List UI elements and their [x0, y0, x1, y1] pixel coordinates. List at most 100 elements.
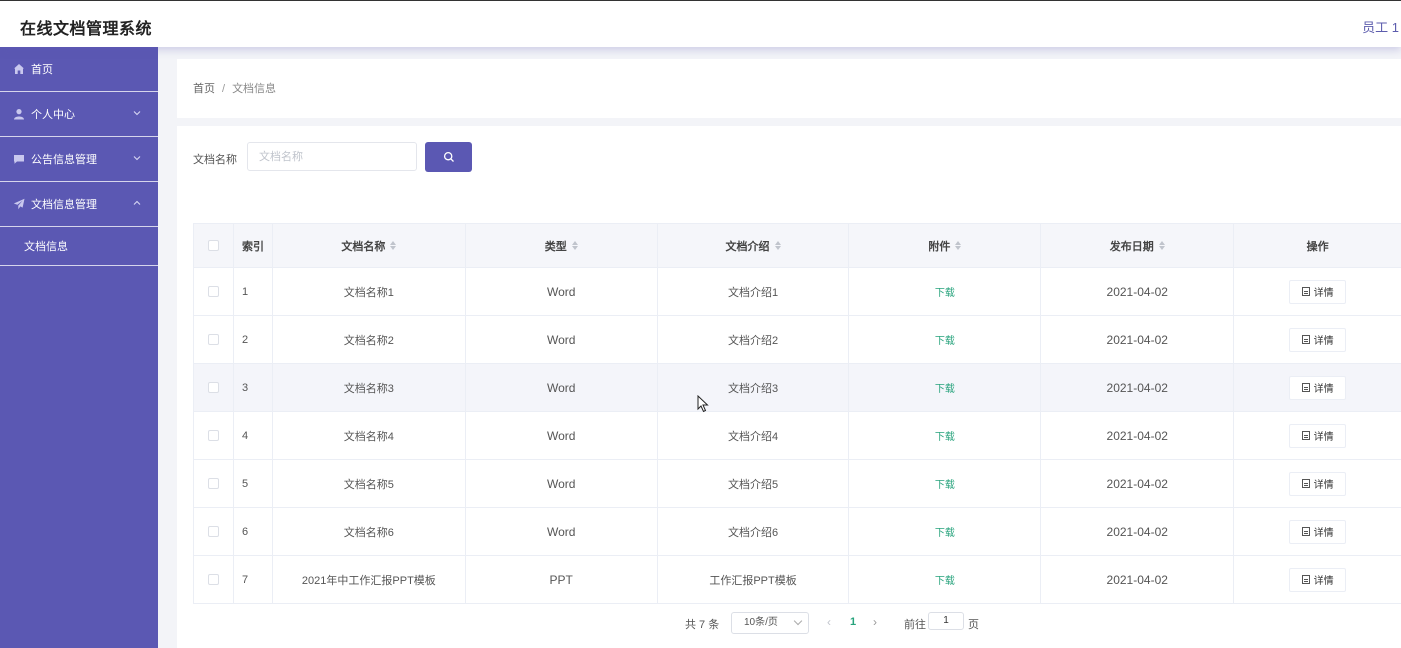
document-table: 索引 文档名称 类型 文档介绍 附件 发布日期 操作 1 文档名称1 Word … [193, 223, 1401, 604]
sidebar-item-label: 个人中心 [31, 109, 75, 121]
detail-button[interactable]: 详情 [1289, 327, 1347, 352]
pagination-total: 共 7 条 [685, 619, 720, 631]
cell-intro: 文档介绍1 [658, 268, 850, 315]
cell-date: 2021-04-02 [1041, 556, 1235, 603]
column-header-intro[interactable]: 文档介绍 [658, 224, 850, 267]
download-link[interactable]: 下载 [935, 380, 955, 395]
sidebar-item-label: 公告信息管理 [31, 154, 97, 166]
table-row: 7 2021年中工作汇报PPT模板 PPT 工作汇报PPT模板 下载 2021-… [194, 556, 1401, 604]
detail-button[interactable]: 详情 [1289, 567, 1347, 592]
cell-type: Word [466, 364, 658, 411]
column-header-type[interactable]: 类型 [466, 224, 658, 267]
user-icon [12, 108, 25, 121]
cell-index: 1 [234, 268, 273, 315]
sidebar-item-document-management[interactable]: 文档信息管理 [0, 182, 158, 227]
sort-icon[interactable] [955, 241, 962, 250]
cell-date: 2021-04-02 [1041, 508, 1235, 555]
column-header-index: 索引 [234, 224, 273, 267]
breadcrumb-separator: / [222, 83, 226, 95]
send-icon [12, 198, 25, 211]
breadcrumb-current: 文档信息 [232, 83, 277, 95]
cell-index: 4 [234, 412, 273, 459]
document-icon [1301, 335, 1310, 344]
cell-intro: 文档介绍6 [658, 508, 850, 555]
main-content: 文档名称 索引 文档名称 类型 文档介绍 附件 发布日期 操作 1 文档名称1 … [177, 126, 1401, 648]
detail-button[interactable]: 详情 [1289, 375, 1347, 400]
row-checkbox[interactable] [207, 334, 219, 345]
column-header-name[interactable]: 文档名称 [273, 224, 466, 267]
breadcrumb-home[interactable]: 首页 [193, 83, 215, 95]
chevron-down-icon [793, 616, 803, 626]
chevron-down-icon [133, 111, 141, 116]
detail-button[interactable]: 详情 [1289, 423, 1347, 448]
cell-date: 2021-04-02 [1041, 460, 1235, 507]
next-page-button[interactable]: › [873, 615, 877, 629]
download-link[interactable]: 下载 [935, 524, 955, 539]
sort-icon[interactable] [571, 241, 578, 250]
sort-icon[interactable] [774, 241, 781, 250]
sidebar-subitem-document-info[interactable]: 文档信息 [0, 227, 158, 266]
page-size-select[interactable]: 10条/页 [731, 612, 809, 634]
prev-page-button[interactable]: ‹ [827, 615, 831, 629]
column-header-date[interactable]: 发布日期 [1041, 224, 1235, 267]
cell-intro: 工作汇报PPT模板 [658, 556, 850, 603]
cell-intro: 文档介绍4 [658, 412, 850, 459]
table-row: 1 文档名称1 Word 文档介绍1 下载 2021-04-02 详情 [194, 268, 1401, 316]
cell-name: 文档名称6 [273, 508, 466, 555]
table-row: 5 文档名称5 Word 文档介绍5 下载 2021-04-02 详情 [194, 460, 1401, 508]
row-checkbox[interactable] [207, 430, 219, 441]
row-checkbox[interactable] [207, 382, 219, 393]
sidebar-item-label: 首页 [31, 64, 53, 76]
home-icon [12, 63, 25, 76]
goto-page-input[interactable]: 1 [928, 612, 964, 630]
page-number-current[interactable]: 1 [850, 616, 856, 628]
column-header-actions: 操作 [1306, 240, 1329, 253]
sidebar-item-personal-center[interactable]: 个人中心 [0, 92, 158, 137]
document-icon [1301, 431, 1310, 440]
search-input[interactable] [247, 142, 417, 171]
document-icon [1301, 527, 1310, 536]
download-link[interactable]: 下载 [935, 476, 955, 491]
document-icon [1301, 287, 1310, 296]
download-link[interactable]: 下载 [935, 572, 955, 587]
table-row: 3 文档名称3 Word 文档介绍3 下载 2021-04-02 详情 [194, 364, 1401, 412]
cell-date: 2021-04-02 [1041, 316, 1235, 363]
row-checkbox[interactable] [207, 526, 219, 537]
cell-name: 文档名称5 [273, 460, 466, 507]
user-menu[interactable]: 员工 1 [1362, 17, 1399, 36]
cell-index: 7 [234, 556, 273, 603]
sidebar-item-home[interactable]: 首页 [0, 47, 158, 92]
row-checkbox[interactable] [207, 574, 219, 585]
app-title: 在线文档管理系统 [20, 21, 153, 38]
table-header-row: 索引 文档名称 类型 文档介绍 附件 发布日期 操作 [194, 224, 1401, 268]
download-link[interactable]: 下载 [935, 428, 955, 443]
column-header-attachment[interactable]: 附件 [849, 224, 1042, 267]
table-row: 4 文档名称4 Word 文档介绍4 下载 2021-04-02 详情 [194, 412, 1401, 460]
cell-type: Word [466, 508, 658, 555]
cell-date: 2021-04-02 [1041, 268, 1235, 315]
cell-date: 2021-04-02 [1041, 412, 1235, 459]
download-link[interactable]: 下载 [935, 284, 955, 299]
detail-button[interactable]: 详情 [1289, 519, 1347, 544]
select-all-checkbox[interactable] [207, 240, 219, 251]
cell-type: Word [466, 316, 658, 363]
cell-intro: 文档介绍2 [658, 316, 850, 363]
row-checkbox[interactable] [207, 478, 219, 489]
download-link[interactable]: 下载 [935, 332, 955, 347]
search-button[interactable] [425, 142, 472, 172]
chevron-up-icon [133, 200, 141, 205]
breadcrumb: 首页 / 文档信息 [193, 80, 276, 96]
cell-index: 6 [234, 508, 273, 555]
row-checkbox[interactable] [207, 286, 219, 297]
sort-icon[interactable] [1158, 241, 1165, 250]
search-label: 文档名称 [193, 154, 237, 166]
message-icon [12, 153, 25, 166]
sidebar-item-label: 文档信息管理 [31, 199, 97, 211]
cell-type: Word [466, 412, 658, 459]
sort-icon[interactable] [390, 241, 397, 250]
detail-button[interactable]: 详情 [1289, 471, 1347, 496]
cell-type: PPT [466, 556, 658, 603]
cell-name: 2021年中工作汇报PPT模板 [273, 556, 466, 603]
detail-button[interactable]: 详情 [1289, 279, 1347, 304]
sidebar-item-notice-management[interactable]: 公告信息管理 [0, 137, 158, 182]
